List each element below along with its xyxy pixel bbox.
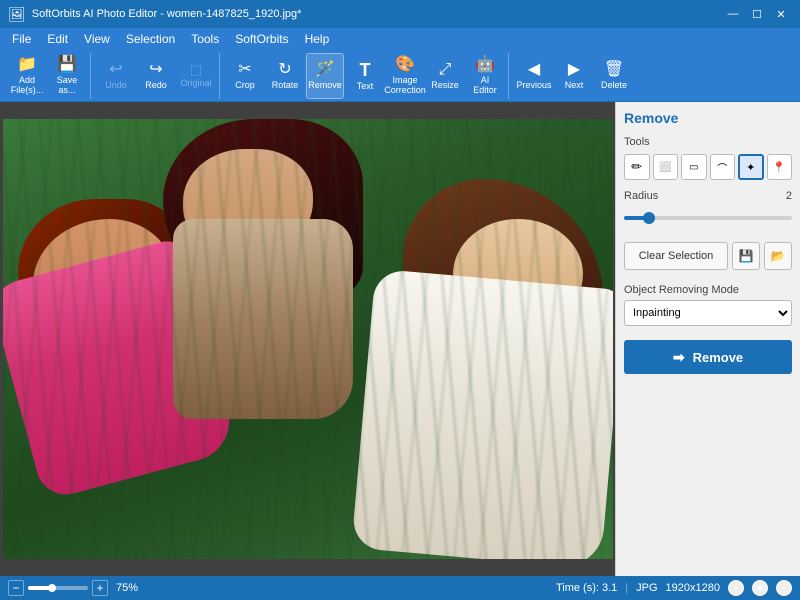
right-panel: Remove Tools ✏ ⬜ ▭ ⌒ ✦ 📍 Radius 2 Clear … bbox=[615, 102, 800, 576]
canvas-area[interactable] bbox=[0, 102, 615, 576]
menu-tools[interactable]: Tools bbox=[183, 30, 227, 48]
menu-view[interactable]: View bbox=[76, 30, 118, 48]
add-files-icon: 📁 bbox=[17, 57, 37, 73]
undo-button[interactable]: ↩ Undo bbox=[97, 53, 135, 99]
slider-thumb[interactable] bbox=[643, 212, 655, 224]
radius-label: Radius bbox=[624, 190, 658, 202]
status-bar: − + 75% Time (s): 3.1 | JPG 1920x1280 i … bbox=[0, 576, 800, 600]
magic-wand-tool-button[interactable]: ✦ bbox=[738, 154, 764, 180]
menu-file[interactable]: File bbox=[4, 30, 39, 48]
time-label: Time (s): 3.1 bbox=[556, 582, 617, 594]
pencil-tool-button[interactable]: ✏ bbox=[624, 154, 650, 180]
remove-btn-label: Remove bbox=[693, 350, 744, 365]
eraser-tool-button[interactable]: ⬜ bbox=[653, 154, 679, 180]
clear-selection-button[interactable]: Clear Selection bbox=[624, 242, 728, 270]
mode-select[interactable]: Inpainting Content-Aware Patch-Based bbox=[624, 300, 792, 326]
menu-bar: File Edit View Selection Tools SoftOrbit… bbox=[0, 28, 800, 50]
panel-tools-row: ✏ ⬜ ▭ ⌒ ✦ 📍 bbox=[624, 154, 792, 180]
zoom-slider[interactable] bbox=[28, 586, 88, 590]
radius-value: 2 bbox=[786, 190, 792, 202]
resize-button[interactable]: ⤢ Resize bbox=[426, 53, 464, 99]
info-button[interactable]: i bbox=[728, 580, 744, 596]
load-selection-icon: 📂 bbox=[771, 249, 786, 263]
toolbar: 📁 AddFile(s)... 💾 Saveas... ↩ Undo ↪ Red… bbox=[0, 50, 800, 102]
clear-selection-row: Clear Selection 💾 📂 bbox=[624, 242, 792, 270]
text-icon: T bbox=[360, 61, 371, 79]
redo-button[interactable]: ↪ Redo bbox=[137, 53, 175, 99]
menu-selection[interactable]: Selection bbox=[118, 30, 183, 48]
title-bar: 🖼 SoftOrbits AI Photo Editor - women-148… bbox=[0, 0, 800, 28]
status-right: Time (s): 3.1 | JPG 1920x1280 i ♥ ↑ bbox=[556, 580, 792, 596]
toolbar-group-history: ↩ Undo ↪ Redo ⬚ Original bbox=[93, 53, 220, 99]
next-button[interactable]: ▶ Next bbox=[555, 53, 593, 99]
add-files-button[interactable]: 📁 AddFile(s)... bbox=[8, 53, 46, 99]
pin-tool-button[interactable]: 📍 bbox=[767, 154, 793, 180]
toolbar-group-file: 📁 AddFile(s)... 💾 Saveas... bbox=[4, 53, 91, 99]
rotate-button[interactable]: ↻ Rotate bbox=[266, 53, 304, 99]
tools-label: Tools bbox=[624, 136, 792, 148]
lasso-tool-button[interactable]: ⌒ bbox=[710, 154, 736, 180]
zoom-value: 75% bbox=[116, 582, 138, 594]
save-selection-icon: 💾 bbox=[739, 249, 754, 263]
zoom-thumb bbox=[48, 584, 56, 592]
remove-action-button[interactable]: ➡ Remove bbox=[624, 340, 792, 374]
window-controls: — ☐ ✕ bbox=[722, 4, 792, 24]
heart-button[interactable]: ♥ bbox=[752, 580, 768, 596]
title-text: SoftOrbits AI Photo Editor - women-14878… bbox=[32, 8, 722, 20]
mode-label: Object Removing Mode bbox=[624, 284, 792, 296]
menu-softorbits[interactable]: SoftOrbits bbox=[227, 30, 296, 48]
original-icon: ⬚ bbox=[190, 63, 202, 76]
ai-editor-icon: 🤖 bbox=[475, 57, 495, 73]
maximize-button[interactable]: ☐ bbox=[746, 4, 768, 24]
radius-row: Radius 2 bbox=[624, 190, 792, 202]
image-correction-icon: 🎨 bbox=[395, 57, 415, 73]
undo-icon: ↩ bbox=[109, 62, 122, 78]
remove-arrow-icon: ➡ bbox=[673, 349, 685, 366]
remove-tool-icon: 🪄 bbox=[315, 62, 335, 78]
original-button[interactable]: ⬚ Original bbox=[177, 53, 215, 99]
panel-title: Remove bbox=[624, 110, 792, 126]
crop-icon: ✂ bbox=[238, 62, 251, 78]
zoom-in-button[interactable]: + bbox=[92, 580, 108, 596]
toolbar-group-tools: ✂ Crop ↻ Rotate 🪄 Remove T Text 🎨 ImageC… bbox=[222, 53, 509, 99]
save-as-button[interactable]: 💾 Saveas... bbox=[48, 53, 86, 99]
menu-edit[interactable]: Edit bbox=[39, 30, 76, 48]
delete-button[interactable]: 🗑 Delete bbox=[595, 53, 633, 99]
close-button[interactable]: ✕ bbox=[770, 4, 792, 24]
menu-help[interactable]: Help bbox=[297, 30, 338, 48]
next-icon: ▶ bbox=[568, 62, 580, 78]
minimize-button[interactable]: — bbox=[722, 4, 744, 24]
zoom-controls: − + bbox=[8, 580, 108, 596]
image-correction-button[interactable]: 🎨 ImageCorrection bbox=[386, 53, 424, 99]
save-icon: 💾 bbox=[57, 57, 77, 73]
text-button[interactable]: T Text bbox=[346, 53, 384, 99]
crop-button[interactable]: ✂ Crop bbox=[226, 53, 264, 99]
previous-button[interactable]: ◀ Previous bbox=[515, 53, 553, 99]
app-icon: 🖼 bbox=[8, 6, 26, 23]
redo-icon: ↪ bbox=[149, 62, 162, 78]
format-label: JPG bbox=[636, 582, 657, 594]
remove-button[interactable]: 🪄 Remove bbox=[306, 53, 344, 99]
previous-icon: ◀ bbox=[528, 62, 540, 78]
rect-select-tool-button[interactable]: ▭ bbox=[681, 154, 707, 180]
delete-icon: 🗑 bbox=[604, 62, 624, 78]
slider-track bbox=[624, 216, 792, 220]
photo-image bbox=[3, 119, 613, 559]
status-left: − + 75% bbox=[8, 580, 548, 596]
radius-slider[interactable] bbox=[624, 208, 792, 228]
resize-icon: ⤢ bbox=[439, 62, 452, 78]
photo-container bbox=[0, 102, 615, 576]
main-area: Remove Tools ✏ ⬜ ▭ ⌒ ✦ 📍 Radius 2 Clear … bbox=[0, 102, 800, 576]
load-selection-button[interactable]: 📂 bbox=[764, 242, 792, 270]
share-button[interactable]: ↑ bbox=[776, 580, 792, 596]
dimensions-label: 1920x1280 bbox=[666, 582, 720, 594]
ai-editor-button[interactable]: 🤖 AIEditor bbox=[466, 53, 504, 99]
rotate-icon: ↻ bbox=[278, 62, 291, 78]
toolbar-group-nav: ◀ Previous ▶ Next 🗑 Delete bbox=[511, 53, 637, 99]
save-selection-button[interactable]: 💾 bbox=[732, 242, 760, 270]
zoom-out-button[interactable]: − bbox=[8, 580, 24, 596]
